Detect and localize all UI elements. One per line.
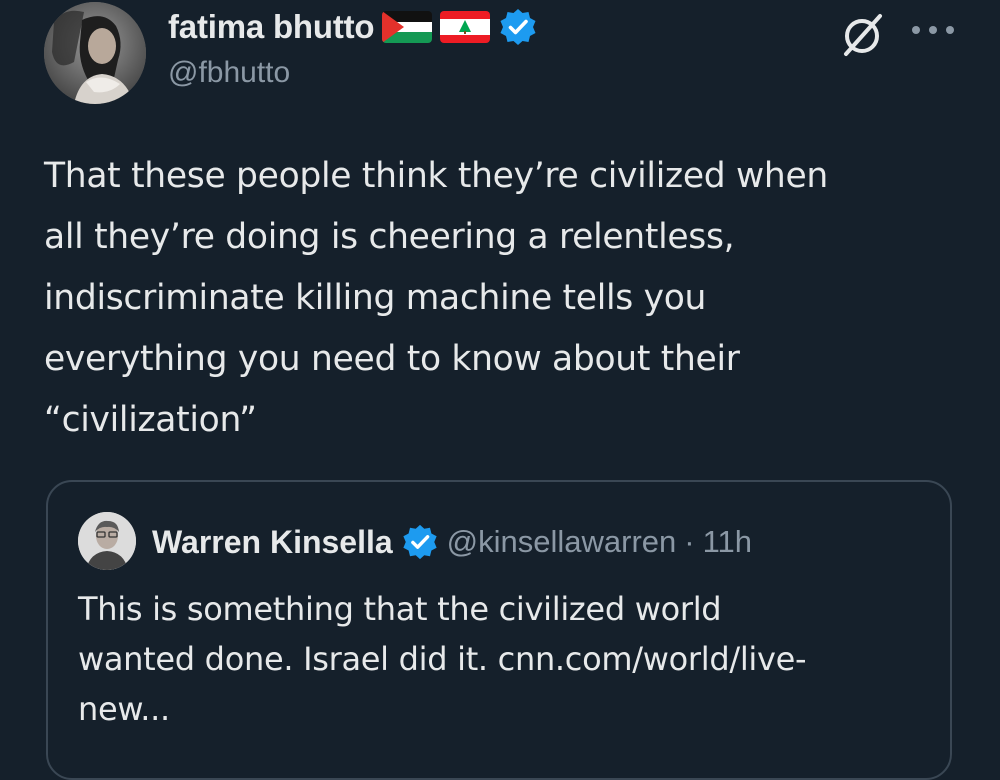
avatar-photo-icon: [44, 2, 146, 104]
palestine-flag-icon: [382, 11, 433, 43]
quoted-separator: ·: [684, 524, 695, 559]
author-avatar[interactable]: [44, 2, 146, 104]
quoted-tweet-text: This is something that the civilized wor…: [78, 590, 807, 728]
tweet-container: fatima bhutto @fbhutto That these people…: [0, 0, 1000, 780]
verified-badge-icon[interactable]: [498, 7, 538, 47]
quoted-verified-badge-icon: [401, 523, 439, 561]
more-dots-icon[interactable]: [910, 22, 956, 38]
quoted-avatar-photo-icon: [78, 512, 136, 570]
quoted-header: Warren Kinsella @kinsellawarren · 11h: [152, 520, 752, 564]
quoted-tweet-card[interactable]: Warren Kinsella @kinsellawarren · 11h Th…: [46, 480, 952, 780]
tweet-text: That these people think they’re civilize…: [44, 156, 828, 440]
author-handle[interactable]: @fbhutto: [168, 56, 290, 90]
quoted-timestamp[interactable]: 11h: [703, 524, 752, 560]
quoted-display-name[interactable]: Warren Kinsella: [152, 524, 393, 561]
author-display-name[interactable]: fatima bhutto: [168, 8, 375, 46]
lebanon-flag-icon: [440, 11, 491, 43]
quoted-author-avatar[interactable]: [78, 512, 136, 570]
grok-slash-icon[interactable]: [838, 10, 886, 58]
quoted-handle[interactable]: @kinsellawarren: [447, 524, 677, 560]
author-name-row: fatima bhutto: [168, 4, 538, 50]
